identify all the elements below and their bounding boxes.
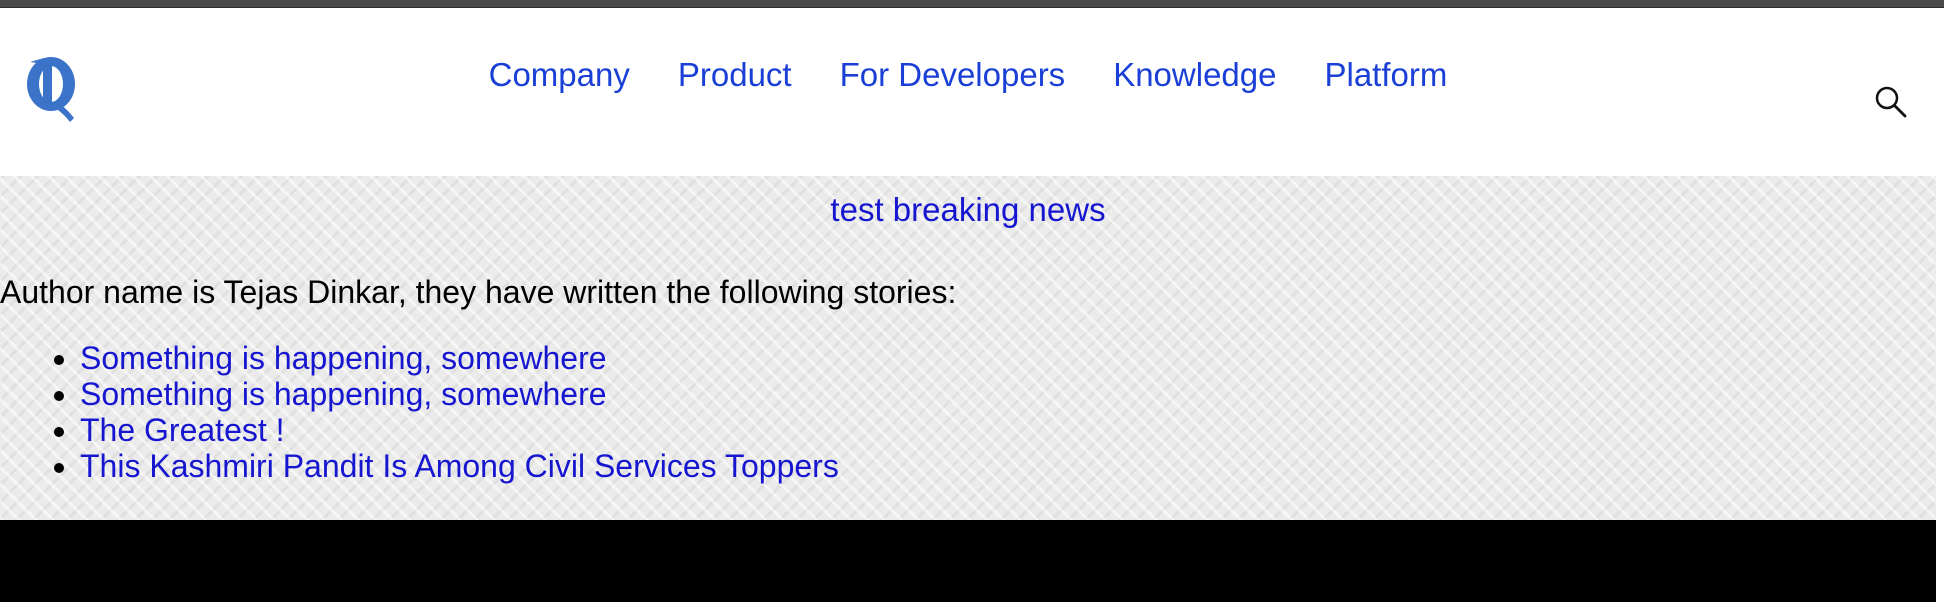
nav-item-company: Company: [489, 56, 630, 94]
story-list-item: Something is happening, somewhere: [80, 376, 839, 412]
nav-link-knowledge[interactable]: Knowledge: [1113, 56, 1276, 94]
search-button[interactable]: [1874, 85, 1908, 119]
nav-item-platform: Platform: [1324, 56, 1447, 94]
nav-link-platform[interactable]: Platform: [1324, 56, 1447, 94]
nav-link-product[interactable]: Product: [678, 56, 792, 94]
story-list-item: Something is happening, somewhere: [80, 340, 839, 376]
story-list-item: The Greatest !: [80, 412, 839, 448]
main-nav: Company Product For Developers Knowledge…: [0, 56, 1936, 94]
breaking-news-link[interactable]: test breaking news: [0, 191, 1936, 229]
story-link[interactable]: Something is happening, somewhere: [80, 340, 607, 376]
main-content: test breaking news Author name is Tejas …: [0, 176, 1936, 520]
nav-link-for-developers[interactable]: For Developers: [840, 56, 1066, 94]
author-intro: Author name is Tejas Dinkar, they have w…: [0, 274, 957, 310]
site-footer: [0, 520, 1936, 602]
nav-item-product: Product: [678, 56, 792, 94]
story-link[interactable]: Something is happening, somewhere: [80, 376, 607, 412]
window-top-border: [0, 0, 1944, 8]
site-header: Company Product For Developers Knowledge…: [0, 8, 1936, 176]
search-icon: [1875, 86, 1907, 118]
nav-item-knowledge: Knowledge: [1113, 56, 1276, 94]
story-list: Something is happening, somewhere Someth…: [0, 340, 839, 484]
story-list-item: This Kashmiri Pandit Is Among Civil Serv…: [80, 448, 839, 484]
nav-link-company[interactable]: Company: [489, 56, 630, 94]
story-link[interactable]: The Greatest !: [80, 412, 285, 448]
story-link[interactable]: This Kashmiri Pandit Is Among Civil Serv…: [80, 448, 839, 484]
nav-item-for-developers: For Developers: [840, 56, 1066, 94]
